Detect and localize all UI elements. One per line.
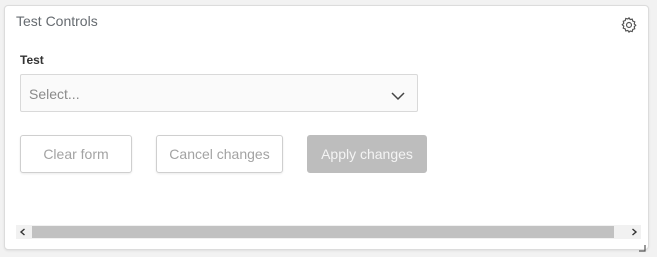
test-field-label: Test — [20, 53, 44, 67]
scroll-right-icon[interactable] — [628, 226, 640, 238]
test-controls-panel: Test Controls Test Select... Clear form … — [4, 5, 649, 252]
clear-form-button[interactable]: Clear form — [20, 135, 132, 173]
test-select[interactable]: Select... — [20, 74, 418, 112]
scrollbar-thumb[interactable] — [32, 226, 614, 238]
select-placeholder: Select... — [29, 86, 80, 102]
resize-grip-icon[interactable] — [638, 239, 646, 252]
gear-icon[interactable] — [620, 16, 638, 34]
chevron-down-icon — [391, 88, 405, 101]
apply-changes-button[interactable]: Apply changes — [307, 135, 427, 173]
panel-title: Test Controls — [16, 13, 98, 29]
scroll-left-icon[interactable] — [17, 226, 29, 238]
horizontal-scrollbar[interactable] — [16, 225, 641, 239]
cancel-changes-button[interactable]: Cancel changes — [156, 135, 283, 173]
